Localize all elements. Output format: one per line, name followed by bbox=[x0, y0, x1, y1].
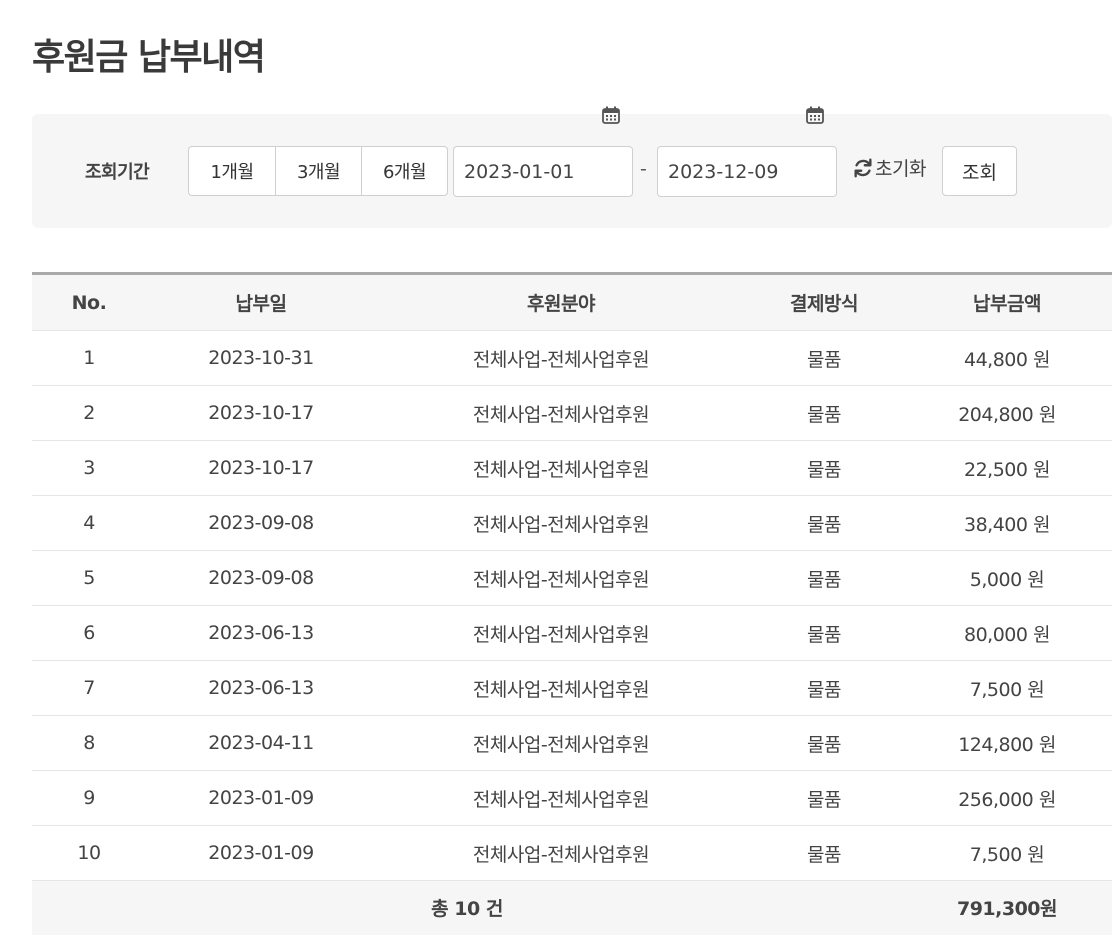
table-row: 6 2023-06-13 전체사업-전체사업후원 물품 80,000 원 bbox=[32, 605, 1112, 661]
row-field: 전체사업-전체사업후원 bbox=[376, 770, 746, 826]
row-amount: 5,000 원 bbox=[902, 550, 1112, 606]
row-method: 물품 bbox=[746, 715, 902, 771]
total-count: 총 10 건 bbox=[32, 880, 902, 935]
row-amount: 7,500 원 bbox=[902, 660, 1112, 716]
row-date: 2023-01-09 bbox=[146, 770, 376, 826]
row-amount: 44,800 원 bbox=[902, 330, 1112, 386]
row-method: 물품 bbox=[746, 330, 902, 386]
period-3-months-button[interactable]: 3개월 bbox=[275, 147, 361, 195]
row-field: 전체사업-전체사업후원 bbox=[376, 715, 746, 771]
date-range-separator: - bbox=[640, 158, 647, 180]
table-row: 9 2023-01-09 전체사업-전체사업후원 물품 256,000 원 bbox=[32, 770, 1112, 826]
row-field: 전체사업-전체사업후원 bbox=[376, 385, 746, 441]
period-button-group: 1개월 3개월 6개월 bbox=[188, 146, 448, 196]
row-date: 2023-09-08 bbox=[146, 495, 376, 551]
row-field: 전체사업-전체사업후원 bbox=[376, 825, 746, 881]
row-amount: 7,500 원 bbox=[902, 825, 1112, 881]
row-date: 2023-10-31 bbox=[146, 330, 376, 386]
row-field: 전체사업-전체사업후원 bbox=[376, 550, 746, 606]
refresh-icon bbox=[854, 158, 872, 177]
row-no: 5 bbox=[32, 550, 146, 606]
row-method: 물품 bbox=[746, 660, 902, 716]
row-no: 7 bbox=[32, 660, 146, 716]
date-to-input[interactable] bbox=[657, 146, 837, 197]
row-field: 전체사업-전체사업후원 bbox=[376, 330, 746, 386]
search-period-label: 조회기간 bbox=[85, 162, 150, 183]
page-title: 후원금 납부내역 bbox=[32, 37, 266, 78]
row-no: 9 bbox=[32, 770, 146, 826]
row-amount: 38,400 원 bbox=[902, 495, 1112, 551]
row-field: 전체사업-전체사업후원 bbox=[376, 440, 746, 496]
period-1-month-button[interactable]: 1개월 bbox=[189, 147, 275, 195]
table-header-row: No. 납부일 후원분야 결제방식 납부금액 bbox=[32, 273, 1112, 331]
row-amount: 124,800 원 bbox=[902, 715, 1112, 771]
row-no: 3 bbox=[32, 440, 146, 496]
table-row: 8 2023-04-11 전체사업-전체사업후원 물품 124,800 원 bbox=[32, 715, 1112, 771]
column-header-no: No. bbox=[32, 273, 146, 331]
table-row: 1 2023-10-31 전체사업-전체사업후원 물품 44,800 원 bbox=[32, 330, 1112, 386]
row-date: 2023-06-13 bbox=[146, 660, 376, 716]
row-date: 2023-10-17 bbox=[146, 385, 376, 441]
table-total-row: 총 10 건 791,300원 bbox=[32, 880, 1112, 935]
table-row: 4 2023-09-08 전체사업-전체사업후원 물품 38,400 원 bbox=[32, 495, 1112, 551]
total-amount: 791,300원 bbox=[902, 880, 1112, 935]
row-method: 물품 bbox=[746, 825, 902, 881]
row-method: 물품 bbox=[746, 550, 902, 606]
column-header-field: 후원분야 bbox=[376, 273, 746, 331]
reset-button-label: 초기화 bbox=[875, 158, 926, 180]
row-no: 1 bbox=[32, 330, 146, 386]
date-from-group bbox=[453, 106, 633, 197]
row-method: 물품 bbox=[746, 495, 902, 551]
column-header-amount: 납부금액 bbox=[902, 273, 1112, 331]
row-amount: 80,000 원 bbox=[902, 605, 1112, 661]
row-date: 2023-06-13 bbox=[146, 605, 376, 661]
row-no: 2 bbox=[32, 385, 146, 441]
row-amount: 204,800 원 bbox=[902, 385, 1112, 441]
search-panel: 조회기간 1개월 3개월 6개월 - bbox=[32, 106, 1112, 228]
row-no: 8 bbox=[32, 715, 146, 771]
table-row: 2 2023-10-17 전체사업-전체사업후원 물품 204,800 원 bbox=[32, 385, 1112, 441]
period-6-months-button[interactable]: 6개월 bbox=[361, 147, 447, 195]
row-method: 물품 bbox=[746, 440, 902, 496]
row-no: 6 bbox=[32, 605, 146, 661]
row-amount: 22,500 원 bbox=[902, 440, 1112, 496]
row-method: 물품 bbox=[746, 385, 902, 441]
row-method: 물품 bbox=[746, 605, 902, 661]
table-row: 7 2023-06-13 전체사업-전체사업후원 물품 7,500 원 bbox=[32, 660, 1112, 716]
search-submit-button[interactable]: 조회 bbox=[942, 146, 1017, 196]
date-from-input[interactable] bbox=[453, 146, 633, 197]
table-row: 10 2023-01-09 전체사업-전체사업후원 물품 7,500 원 bbox=[32, 825, 1112, 881]
table-row: 5 2023-09-08 전체사업-전체사업후원 물품 5,000 원 bbox=[32, 550, 1112, 606]
reset-button[interactable]: 초기화 bbox=[852, 154, 926, 181]
row-no: 10 bbox=[32, 825, 146, 881]
column-header-date: 납부일 bbox=[146, 273, 376, 331]
date-to-group bbox=[657, 106, 837, 197]
row-field: 전체사업-전체사업후원 bbox=[376, 660, 746, 716]
calendar-icon[interactable] bbox=[805, 105, 825, 125]
row-date: 2023-04-11 bbox=[146, 715, 376, 771]
row-no: 4 bbox=[32, 495, 146, 551]
row-date: 2023-01-09 bbox=[146, 825, 376, 881]
row-date: 2023-09-08 bbox=[146, 550, 376, 606]
row-amount: 256,000 원 bbox=[902, 770, 1112, 826]
donation-history-table: No. 납부일 후원분야 결제방식 납부금액 1 2023-10-31 전체사업… bbox=[32, 272, 1112, 935]
row-method: 물품 bbox=[746, 770, 902, 826]
column-header-method: 결제방식 bbox=[746, 273, 902, 331]
row-date: 2023-10-17 bbox=[146, 440, 376, 496]
calendar-icon[interactable] bbox=[601, 105, 621, 125]
row-field: 전체사업-전체사업후원 bbox=[376, 605, 746, 661]
table-row: 3 2023-10-17 전체사업-전체사업후원 물품 22,500 원 bbox=[32, 440, 1112, 496]
row-field: 전체사업-전체사업후원 bbox=[376, 495, 746, 551]
